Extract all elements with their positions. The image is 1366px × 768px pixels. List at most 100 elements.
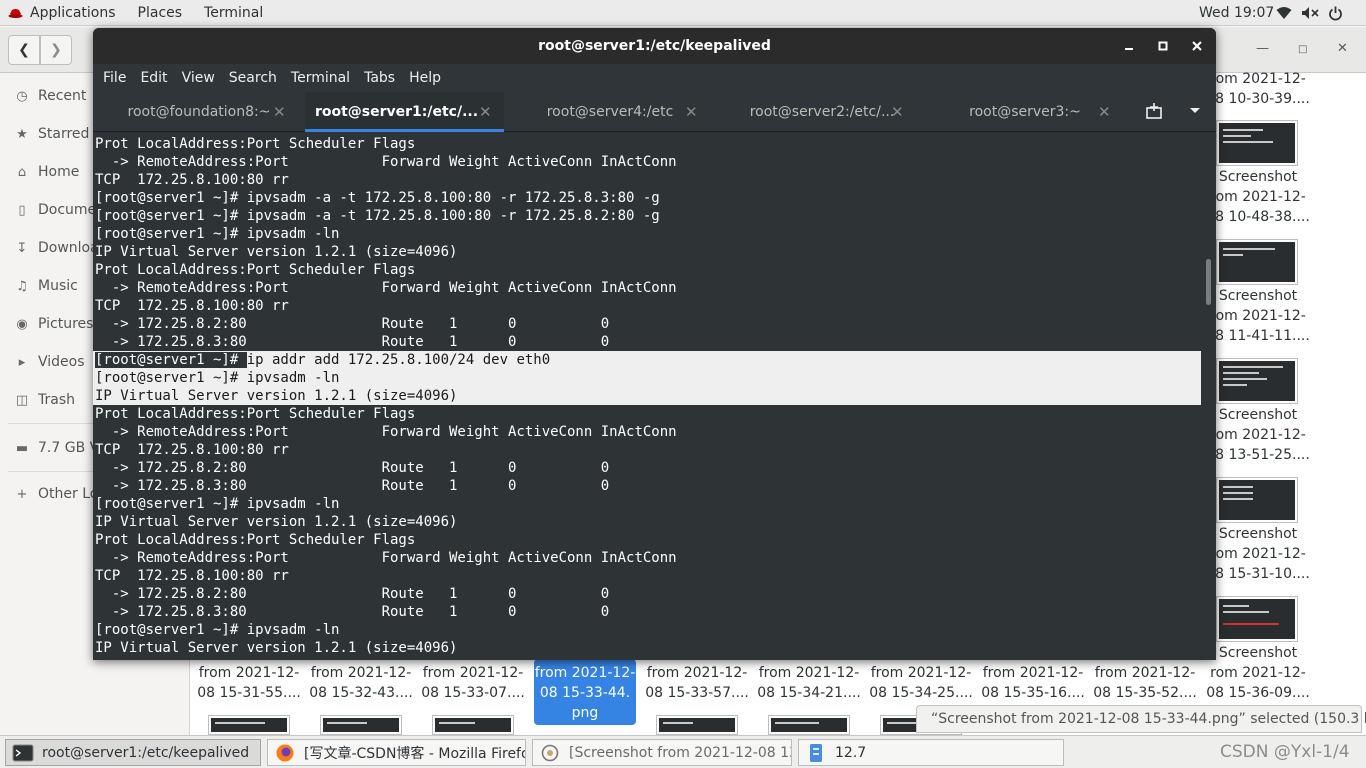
sidebar-item-label: Trash [38,392,75,408]
system-menu[interactable] [1276,0,1343,26]
clock-icon: ◷ [16,88,28,104]
terminal-line: -> 172.25.8.3:80 Route 1 0 0 [95,334,610,350]
file-thumbnail [1216,596,1298,642]
tab-close-icon[interactable]: ✕ [685,92,698,132]
terminal-line: -> 172.25.8.3:80 Route 1 0 0 [95,478,610,494]
menu-help[interactable]: Help [402,64,448,92]
file-item-label-line: from 2021-12- [646,665,748,681]
terminal-titlebar[interactable]: root@server1:/etc/keepalived [93,28,1216,64]
menu-file[interactable]: File [96,64,133,92]
wifi-icon [1276,7,1292,19]
plus-icon: + [16,486,28,502]
minimize-icon [1125,48,1133,50]
file-manager-icon [810,743,822,762]
task-label: 12.7 [835,744,867,761]
file-item-label-line: rom 2021-12- [1210,308,1306,324]
file-item-label-line: 08 15-31-55.... [197,685,301,701]
forward-button[interactable]: ❯ [40,35,72,65]
tab-label: root@server3:~ [969,104,1081,120]
home-icon: ⌂ [17,164,27,180]
file-item-label-line: from 2021-12- [1094,665,1196,681]
file-item-label-line: from 2021-12- [870,665,972,681]
new-tab-icon[interactable] [1144,102,1164,122]
file-item-label-line: rom 2021-12- [1210,427,1306,443]
drive-icon: ▬ [15,440,29,456]
terminal-line: [root@server1 ~]# ipvsadm -ln [95,622,340,638]
tab-close-icon[interactable]: ✕ [479,92,492,132]
chevron-right-icon: ❯ [50,42,62,58]
terminal-line: IP Virtual Server version 1.2.1 (size=40… [95,388,458,404]
sidebar-item-label: Downloa [38,240,99,256]
file-thumbnail [320,715,402,735]
terminal-line: [root@server1 ~]# ipvsadm -a -t 172.25.8… [95,208,660,224]
sidebar-item-label: Recent [38,88,87,104]
tab-server3[interactable]: root@server3:~ [928,92,1122,132]
tabs-menu-icon[interactable] [1189,107,1201,115]
task-image-viewer[interactable]: [Screenshot from 2021-12-08 13-... [532,739,792,766]
terminal-app-menu[interactable]: Terminal [193,0,274,26]
tab-server1[interactable]: root@server1:/etc/... [305,92,504,132]
sidebar-item-label: Videos [38,354,85,370]
tab-label: root@foundation8:~ [127,104,271,120]
maximize-icon [1158,41,1168,51]
menu-view[interactable]: View [175,64,222,92]
chevron-left-icon: ❮ [18,42,30,58]
task-label: [写文章-CSDN博客 - Mozilla Firefox] [304,745,526,762]
star-icon: ★ [16,126,28,142]
power-icon [1329,6,1342,20]
file-item-label-line: rom 2021-12- [1210,665,1306,681]
close-icon [1192,41,1202,51]
sidebar-item-label: Music [38,278,78,294]
terminal-line: TCP 172.25.8.100:80 rr [95,568,289,584]
tab-label: root@server2:/etc/... [749,104,895,120]
terminal-line-highlighted: [root@server1 ~]# ip addr add 172.25.8.1… [95,351,551,369]
file-item-label-line: 08 15-36-09.... [1206,685,1310,701]
file-item-label-line: 08 15-33-44. [539,685,631,701]
file-item-label-line: 08 11-41-11.... [1206,328,1310,344]
tab-close-icon[interactable]: ✕ [891,92,904,132]
minimize-button[interactable] [1114,28,1144,64]
applications-menu[interactable]: Applications [0,0,127,26]
task-firefox[interactable]: [写文章-CSDN博客 - Mozilla Firefox] [267,739,526,766]
file-thumbnail [432,715,514,735]
task-terminal[interactable]: root@server1:/etc/keepalived [5,739,261,766]
terminal-line: -> 172.25.8.2:80 Route 1 0 0 [95,316,610,332]
tab-close-icon[interactable]: ✕ [273,92,286,132]
file-item-label-line: Screenshot [1218,645,1298,661]
menu-terminal[interactable]: Terminal [284,64,357,92]
maximize-button[interactable] [1148,28,1178,64]
menu-tabs[interactable]: Tabs [357,64,402,92]
terminal-line: IP Virtual Server version 1.2.1 (size=40… [95,514,458,530]
file-item-label-line: from 2021-12- [758,665,860,681]
close-button[interactable] [1182,28,1212,64]
task-file-manager[interactable]: 12.7 [798,739,1064,766]
file-thumbnail [768,715,850,735]
terminal-scrollbar[interactable] [1206,259,1211,305]
terminal-line: [root@server1 ~]# ipvsadm -a -t 172.25.8… [95,190,660,206]
back-button[interactable]: ❮ [8,35,40,65]
terminal-line: TCP 172.25.8.100:80 rr [95,442,289,458]
terminal-line: Prot LocalAddress:Port Scheduler Flags [95,136,416,152]
menu-edit[interactable]: Edit [133,64,174,92]
file-item-label-line: Screenshot [1218,407,1298,423]
task-label: root@server1:/etc/keepalived [42,744,250,761]
clock[interactable]: Wed 19:07 [1188,0,1285,26]
places-menu[interactable]: Places [127,0,194,26]
task-label: [Screenshot from 2021-12-08 13-... [569,744,792,761]
terminal-line: -> RemoteAddress:Port Forward Weight Act… [95,280,677,296]
terminal-output[interactable]: Prot LocalAddress:Port Scheduler Flags -… [93,133,1216,660]
fm-close-button[interactable]: ✕ [1337,41,1348,56]
selected-command: ip addr add 172.25.8.100/24 dev eth0 [246,352,551,368]
file-item-label-line: from 2021-12- [310,665,412,681]
terminal-line: [root@server1 ~]# ipvsadm -ln [95,226,340,242]
terminal-line: IP Virtual Server version 1.2.1 (size=40… [95,640,458,656]
download-icon: ↧ [16,240,28,256]
fm-minimize-button[interactable]: — [1256,41,1269,56]
tab-close-icon[interactable]: ✕ [1098,92,1111,132]
menu-search[interactable]: Search [222,64,284,92]
window-list-taskbar: root@server1:/etc/keepalived [写文章-CSDN博客… [0,735,1366,768]
file-item-label-line: 08 15-33-07.... [421,685,525,701]
terminal-line: -> RemoteAddress:Port Forward Weight Act… [95,154,677,170]
sidebar-item-label: Home [38,164,80,180]
fm-maximize-button[interactable]: □ [1298,44,1307,55]
